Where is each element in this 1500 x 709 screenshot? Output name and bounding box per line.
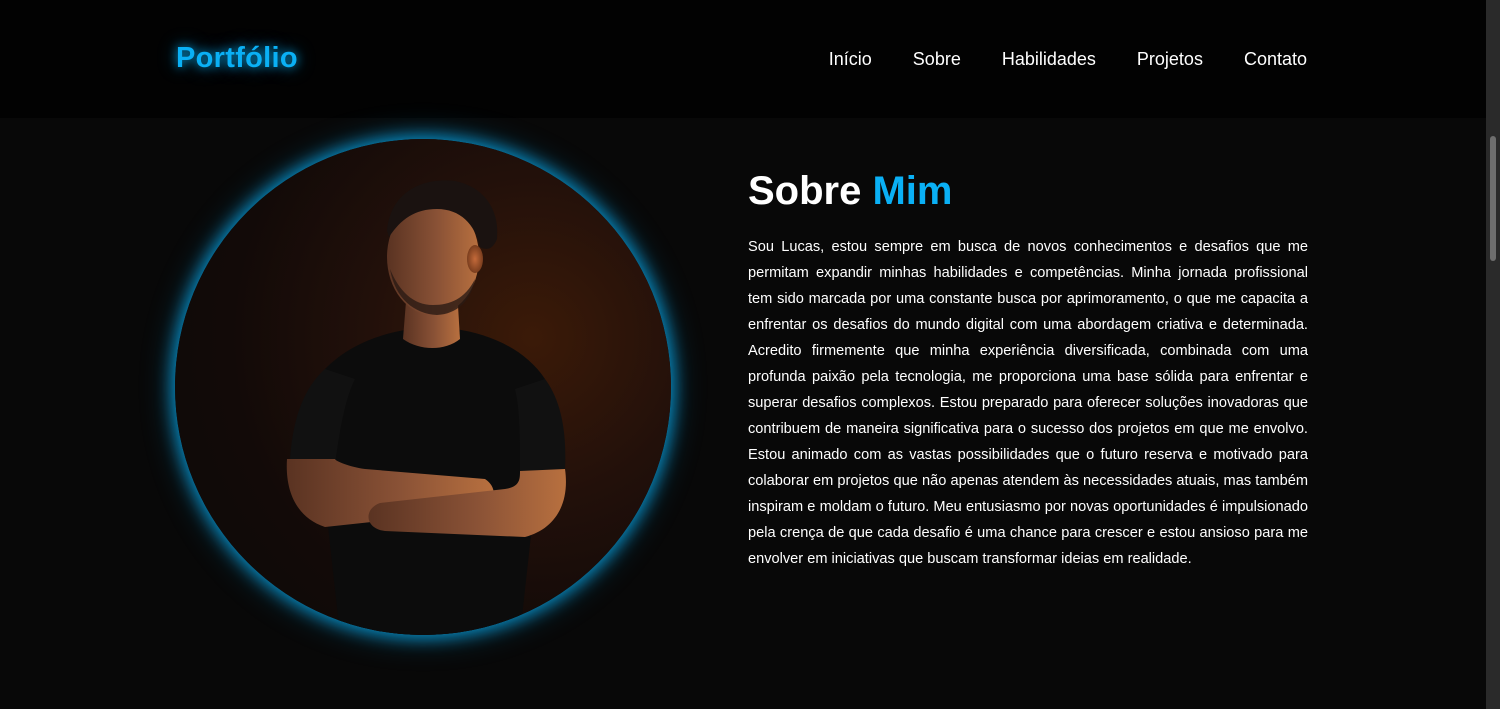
about-title-word: Sobre: [748, 169, 862, 213]
about-paragraph: Sou Lucas, estou sempre em busca de novo…: [748, 239, 1308, 567]
nav-item-inicio[interactable]: Início: [829, 48, 872, 70]
about-title-accent: Mim: [872, 169, 953, 213]
about-section: Sobre Mim Sou Lucas, estou sempre em bus…: [0, 118, 1486, 709]
nav-item-contato[interactable]: Contato: [1244, 48, 1307, 70]
nav-item-habilidades[interactable]: Habilidades: [1002, 48, 1096, 70]
main-nav: Início Sobre Habilidades Projetos Contat…: [829, 48, 1307, 70]
about-title: Sobre Mim: [748, 168, 1308, 214]
page: Portfólio Início Sobre Habilidades Proje…: [0, 0, 1500, 709]
logo-link[interactable]: Portfólio: [176, 42, 298, 75]
site-header: Portfólio Início Sobre Habilidades Proje…: [0, 0, 1486, 118]
page-scrollbar[interactable]: [1486, 0, 1500, 709]
nav-item-projetos[interactable]: Projetos: [1137, 48, 1203, 70]
scrollbar-thumb[interactable]: [1490, 136, 1496, 261]
nav-item-sobre[interactable]: Sobre: [913, 48, 961, 70]
about-content: Sobre Mim Sou Lucas, estou sempre em bus…: [748, 168, 1308, 572]
profile-photo: [175, 139, 671, 635]
profile-illustration: [286, 180, 566, 635]
